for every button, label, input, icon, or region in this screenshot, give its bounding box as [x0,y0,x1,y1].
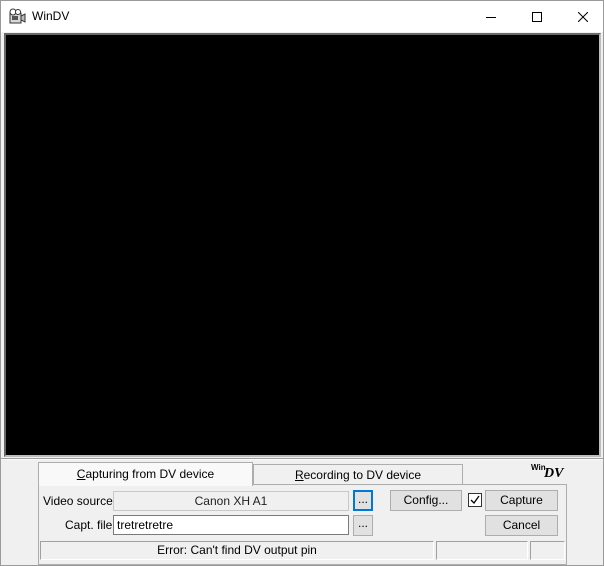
divider [1,458,603,460]
checkmark-icon [470,495,480,505]
capt-file-label: Capt. file: [65,518,116,532]
close-button[interactable] [560,1,604,32]
app-window: WinDV Capturing from DV device Recording… [0,0,604,566]
status-panel-2 [436,541,528,560]
capt-file-input[interactable]: tretretretre [113,515,349,535]
camcorder-icon [9,8,26,24]
video-source-field[interactable]: Canon XH A1 [113,491,349,511]
windv-logo: Win DV [531,463,565,478]
status-message: Error: Can't find DV output pin [40,541,434,560]
minimize-button[interactable] [468,1,514,32]
title-bar[interactable]: WinDV [1,1,603,32]
maximize-button[interactable] [514,1,560,32]
tab-recording-mnemonic: R [294,468,304,482]
maximize-icon [532,11,542,22]
close-icon [578,11,588,22]
minimize-icon [486,16,496,18]
capture-button[interactable]: Capture [485,490,558,511]
tab-recording[interactable]: Recording to DV device [253,464,463,486]
svg-text:DV: DV [543,466,565,478]
tab-recording-label: ecording to DV device [303,468,422,482]
tab-capturing[interactable]: Capturing from DV device [38,462,253,486]
video-source-label: Video source: [43,494,117,508]
cancel-button[interactable]: Cancel [485,515,558,536]
video-preview [4,33,601,457]
video-source-browse-button[interactable]: ... [353,490,373,511]
config-button[interactable]: Config... [390,490,462,511]
capture-checkbox[interactable] [468,493,482,507]
window-title: WinDV [32,9,70,23]
capt-file-browse-button[interactable]: ... [353,515,373,536]
tab-capturing-label: apturing from DV device [85,467,215,481]
status-panel-3 [530,541,565,560]
